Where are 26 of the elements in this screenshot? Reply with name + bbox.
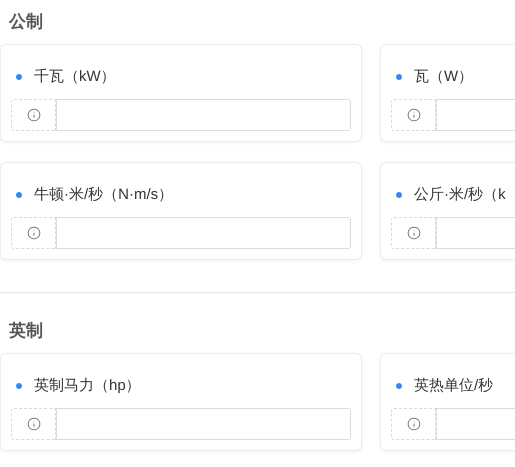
info-icon [406, 226, 420, 240]
value-input[interactable] [56, 217, 351, 249]
info-button[interactable] [11, 217, 56, 249]
value-input[interactable] [436, 217, 515, 249]
value-input[interactable] [436, 408, 515, 440]
section-title: 英制 [8, 320, 44, 342]
unit-label: 公斤·米/秒（k [414, 184, 506, 205]
unit-label: 英热单位/秒 [414, 376, 494, 396]
info-icon [26, 108, 40, 122]
info-button[interactable] [11, 99, 56, 131]
info-button[interactable] [391, 408, 436, 440]
unit-label: 瓦（W） [414, 66, 474, 87]
info-icon [406, 417, 420, 431]
unit-label: 英制马力（hp） [34, 376, 141, 396]
value-input[interactable] [56, 408, 351, 440]
info-icon [26, 417, 40, 431]
unit-label: 千瓦（kW） [34, 66, 116, 87]
value-input[interactable] [56, 99, 351, 131]
unit-label: 牛顿·米/秒（N·m/s） [34, 184, 174, 205]
value-input[interactable] [436, 99, 515, 131]
info-icon [406, 108, 420, 122]
section-title: 公制 [8, 11, 44, 33]
info-icon [26, 226, 40, 240]
info-button[interactable] [391, 99, 436, 131]
info-button[interactable] [391, 217, 436, 249]
info-button[interactable] [11, 408, 56, 440]
